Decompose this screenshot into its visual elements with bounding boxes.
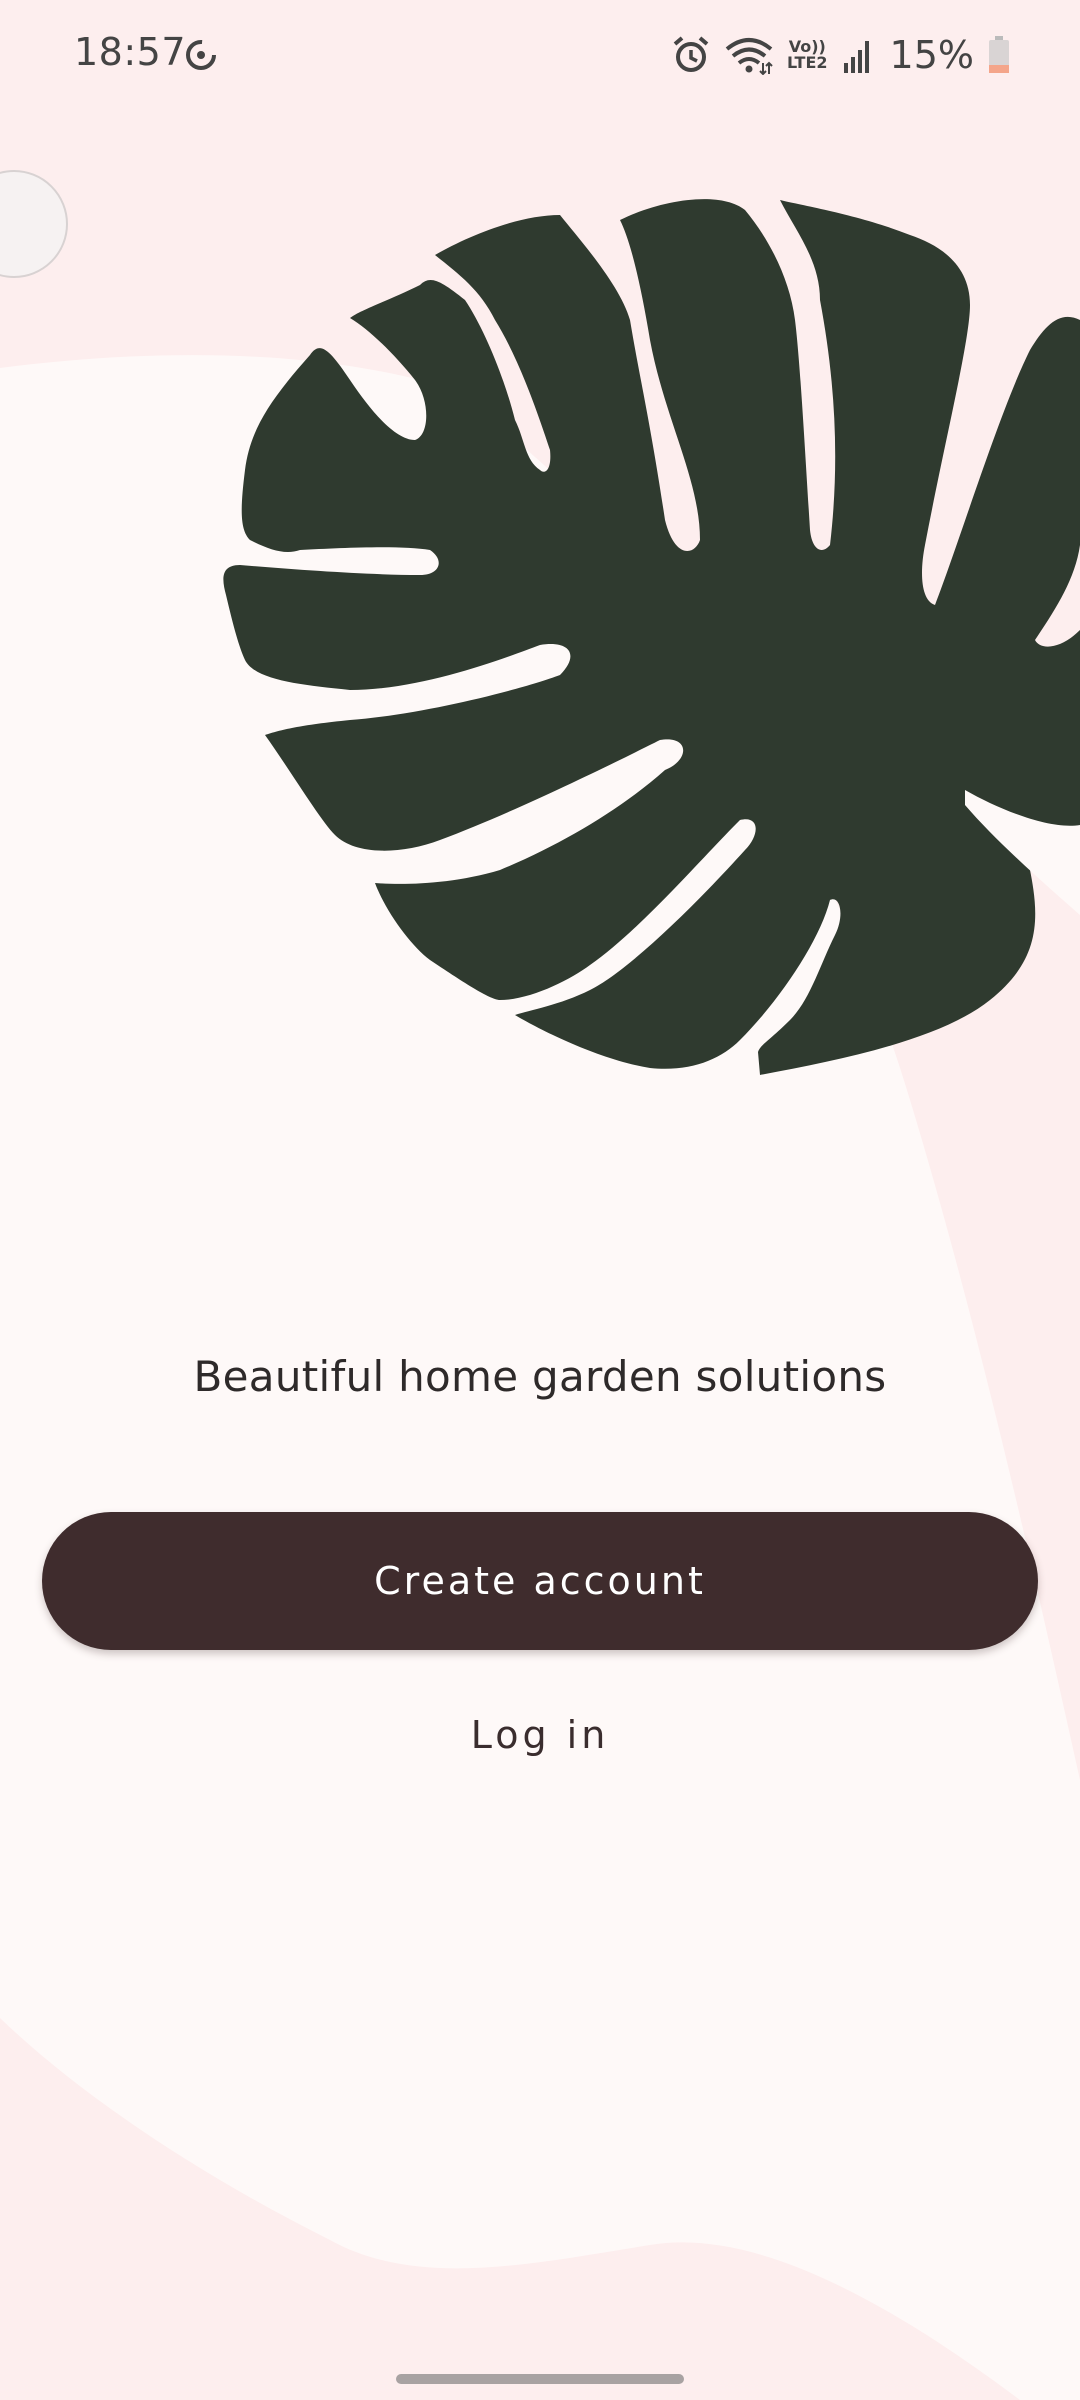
create-account-button[interactable]: Create account [42, 1512, 1038, 1650]
login-button[interactable]: Log in [380, 1690, 700, 1780]
gesture-navigation-handle[interactable] [396, 2374, 684, 2384]
monstera-leaf-illustration [223, 199, 1080, 1075]
tagline: Beautiful home garden solutions [193, 1352, 887, 1401]
